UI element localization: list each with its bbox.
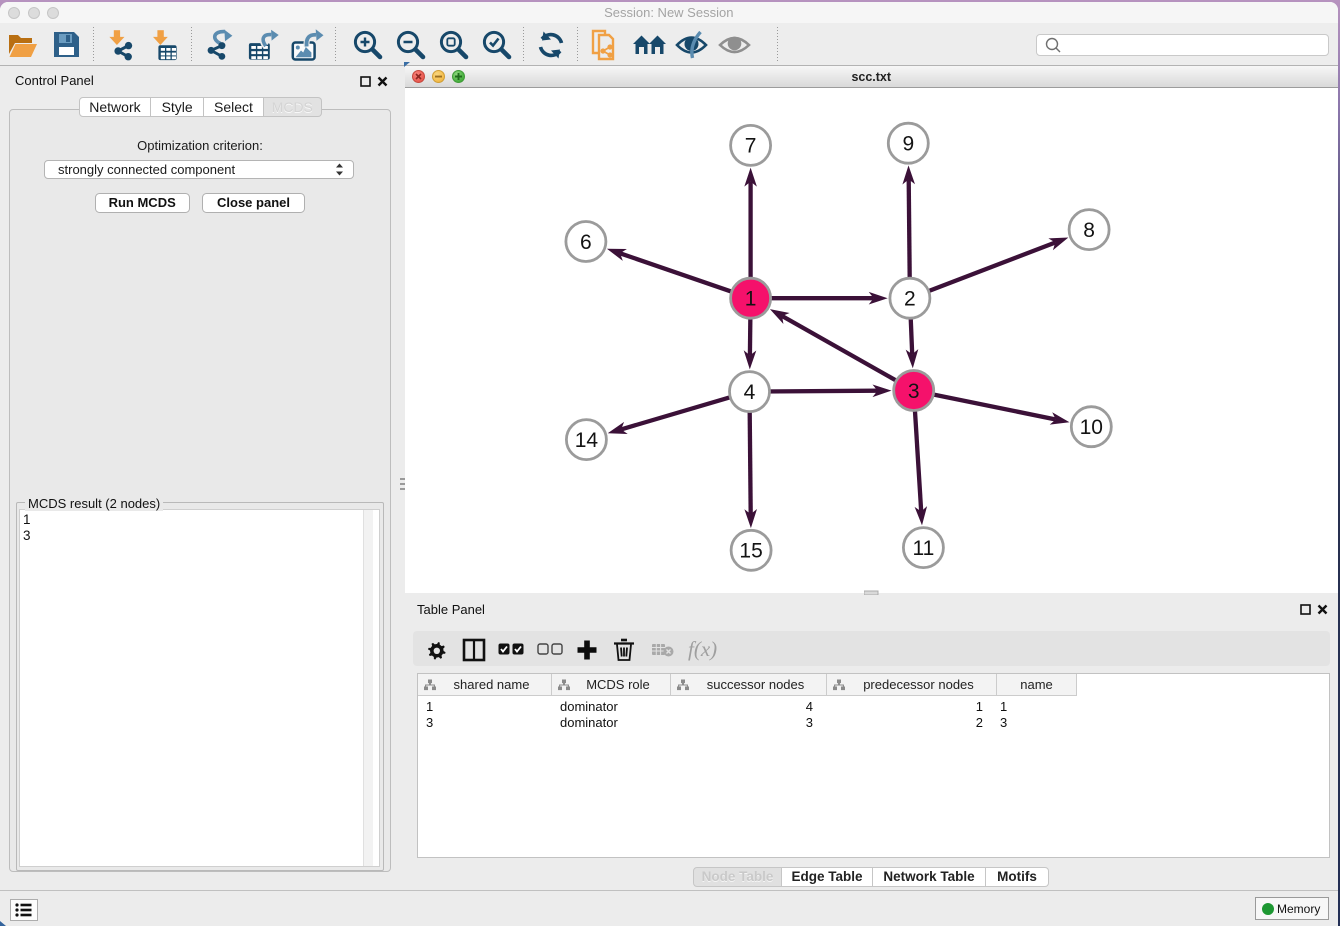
svg-text:4: 4 — [744, 381, 756, 404]
svg-text:3: 3 — [908, 380, 920, 403]
svg-text:14: 14 — [575, 429, 599, 452]
svg-text:10: 10 — [1080, 416, 1103, 439]
svg-text:8: 8 — [1083, 219, 1095, 242]
svg-text:9: 9 — [902, 133, 914, 156]
svg-text:2: 2 — [904, 288, 916, 311]
svg-text:11: 11 — [912, 537, 934, 560]
svg-text:7: 7 — [745, 135, 757, 158]
svg-text:1: 1 — [745, 288, 757, 311]
svg-text:15: 15 — [739, 540, 762, 563]
svg-text:6: 6 — [580, 231, 592, 254]
